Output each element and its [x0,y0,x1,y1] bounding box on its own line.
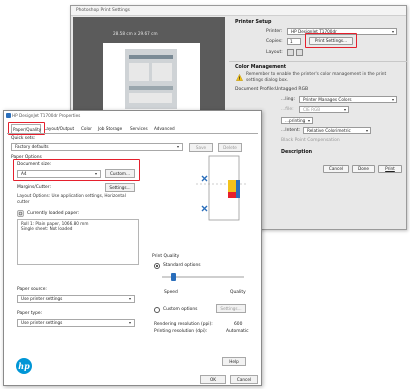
chevron-down-icon: ▾ [391,29,394,34]
artwork-block [129,93,172,103]
printing-resolution-label: Printing resolution (dpi): [154,329,208,334]
quick-sets-value: Factory defaults [15,144,49,149]
copies-field[interactable]: 1 [287,38,301,45]
printer-label: Printer: [266,29,283,34]
document-profile-label: Document Profile: [235,87,276,92]
custom-options-radio[interactable] [154,307,160,313]
layout-label: Layout: [266,50,283,55]
paper-source-label: Paper source: [17,287,47,292]
printer-profile-select[interactable]: CIE RGB ▾ [299,106,349,113]
highlight-box [13,159,140,181]
copies-label: Copies: [266,39,283,44]
standard-options-radio[interactable] [154,263,160,269]
warning-icon [236,74,243,81]
normal-printing-value: ...printing [285,118,306,123]
artwork-row [129,55,173,59]
normal-printing-select[interactable]: ...printing ▾ [281,117,313,124]
highlight-box [305,33,357,48]
color-handling-select[interactable]: Printer Manages Colors ▾ [299,96,397,103]
black-point-compensation[interactable]: Black Point Compensation [281,138,340,143]
color-management-warning: Remember to enable the printer's color m… [246,72,387,83]
tab-color[interactable]: Color [80,124,94,133]
printer-profile-value: CIE RGB [303,107,321,112]
chevron-down-icon: ▾ [176,144,179,149]
window-title: Photoshop Print Settings [71,6,406,16]
divider [229,61,407,62]
tab-divider [7,133,258,134]
tab-layout-output[interactable]: Layout/Output [43,124,77,133]
done-button[interactable]: Done [352,165,375,173]
margins-settings-button[interactable]: Settings... [105,183,135,192]
chevron-down-icon: ▾ [128,296,131,301]
paper-source-value: Use printer settings [21,296,63,301]
description-heading: Description [281,150,313,155]
help-button[interactable]: Help [222,357,246,366]
tab-job-storage[interactable]: Job Storage [97,124,127,133]
dialog-title: HP DesignJet T1700dr Properties [12,113,81,118]
artwork-block [152,63,172,81]
currently-loaded-paper-label: Currently loaded paper: [27,211,80,216]
print-quality-label: Print Quality [152,254,180,259]
quick-sets-select[interactable]: Factory defaults ▾ [11,143,183,151]
paper-type-label: Paper type: [17,311,43,316]
chevron-down-icon: ▾ [307,118,310,123]
chevron-down-icon: ▾ [343,107,346,112]
loaded-paper-list: Roll 1: Plain paper, 1066.80 mm Single s… [17,219,139,265]
color-handling-label: ...ling: [281,97,296,102]
landscape-layout-icon[interactable] [296,49,303,56]
tab-advanced[interactable]: Advanced [153,124,179,133]
quality-label: Quality [230,290,246,295]
save-button[interactable]: Save [189,143,213,152]
print-quality-settings-button[interactable]: Settings... [216,304,246,313]
rendering-intent-select[interactable]: Relative Colorimetric ▾ [303,127,371,134]
delete-button[interactable]: Delete [218,143,242,152]
paper-preview-graphic [196,155,246,221]
printer-profile-label: ...file: [281,107,294,112]
margins-cutter-label: Margins/Cutter: [17,185,51,190]
chevron-down-icon: ▾ [365,128,368,133]
paper-roll-icon [17,210,24,217]
paper-source-select[interactable]: Use printer settings ▾ [17,295,135,303]
paper-type-select[interactable]: Use printer settings ▾ [17,319,135,327]
preview-size-label: 28.58 cm x 29.67 cm [113,31,158,36]
tab-services[interactable]: Services [129,124,151,133]
quality-slider-thumb[interactable] [171,273,176,281]
layout-options-text: Layout Options: Use application settings… [17,193,126,204]
cancel-button[interactable]: Cancel [323,165,349,173]
rendering-intent-label: ...Intent: [281,128,301,133]
custom-options-label: Custom options [163,307,198,312]
chevron-down-icon: ▾ [128,320,131,325]
hp-logo: hp [16,358,32,374]
printer-setup-heading: Printer Setup [235,20,272,25]
rendering-intent-value: Relative Colorimetric [307,128,351,133]
document-profile-value: Untagged RGB [275,87,309,92]
portrait-layout-icon[interactable] [287,49,294,56]
quick-sets-label: Quick sets: [11,136,36,141]
preview-artwork [125,49,177,109]
artwork-row [129,86,173,90]
loaded-paper-sheet: Single sheet: Not loaded [21,226,73,231]
printing-resolution-value: Automatic [226,329,249,334]
chevron-down-icon: ▾ [391,97,394,102]
cancel-button[interactable]: Cancel [230,375,258,384]
hp-properties-dialog: HP DesignJet T1700dr Properties Paper/Qu… [3,110,262,386]
standard-options-label: Standard options [163,263,201,268]
ok-button[interactable]: OK [200,375,226,384]
artwork-block [129,63,149,81]
color-management-heading: Color Management [235,65,287,70]
rendering-resolution-label: Rendering resolution (ppi): [154,322,213,327]
paper-type-value: Use printer settings [21,320,63,325]
print-button[interactable]: Print [378,165,402,173]
speed-label: Speed [164,290,178,295]
rendering-resolution-value: 600 [234,322,243,327]
color-handling-value: Printer Manages Colors [303,97,352,102]
preview-paper [103,43,200,115]
